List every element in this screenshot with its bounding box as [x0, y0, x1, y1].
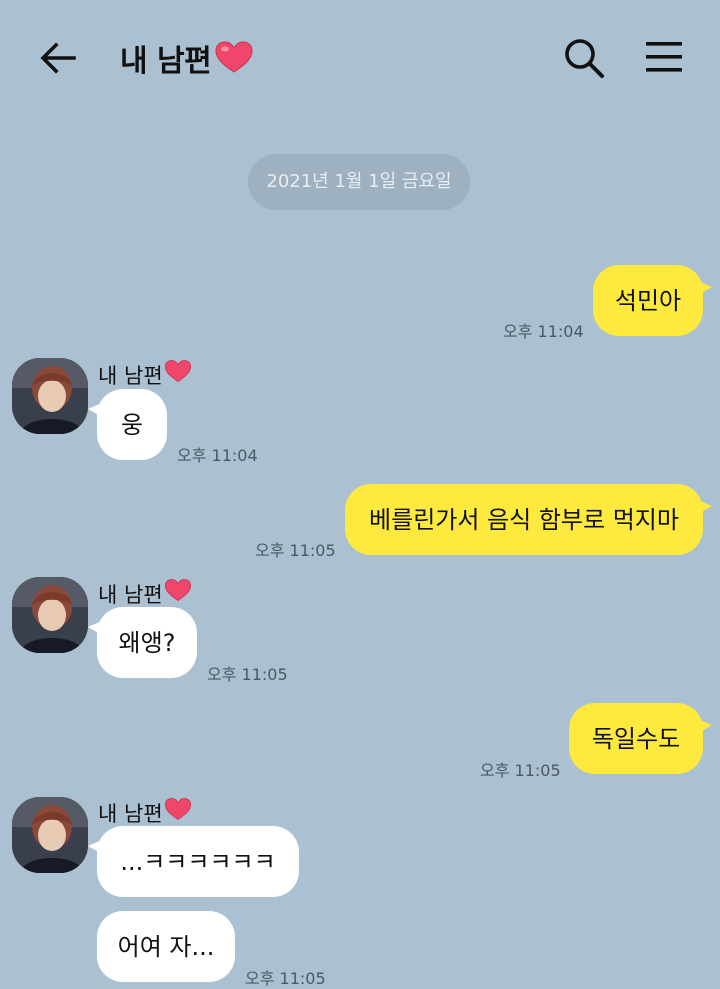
date-divider: 2021년 1월 1일 금요일: [248, 154, 470, 210]
message-time: 오후 11:04: [177, 446, 258, 465]
chat-header: 내 남편: [0, 0, 720, 112]
chat-title: 내 남편: [120, 44, 212, 79]
their-message-bubble[interactable]: 어여 자...: [97, 911, 235, 982]
avatar[interactable]: [12, 577, 88, 653]
heart-icon: [164, 579, 192, 602]
message-time: 오후 11:05: [207, 665, 288, 684]
their-message-bubble[interactable]: ...ㅋㅋㅋㅋㅋㅋ: [88, 826, 299, 897]
message-time: 오후 11:05: [255, 541, 336, 560]
their-message-bubble[interactable]: 왜앵?: [88, 607, 197, 678]
my-message-bubble[interactable]: 베를린가서 음식 함부로 먹지마: [345, 484, 712, 555]
my-message-bubble[interactable]: 독일수도: [569, 703, 712, 774]
hamburger-menu-icon: [646, 42, 682, 72]
profile-photo: [12, 577, 88, 653]
avatar[interactable]: [12, 358, 88, 434]
my-message-bubble[interactable]: 석민아: [593, 265, 712, 336]
sender-name: 내 남편: [98, 364, 163, 388]
arrow-left-icon: [40, 42, 76, 74]
message-time: 오후 11:05: [245, 969, 326, 988]
avatar[interactable]: [12, 797, 88, 873]
message-time: 오후 11:05: [480, 761, 561, 780]
back-button[interactable]: [36, 36, 80, 80]
search-icon: [565, 39, 604, 78]
message-time: 오후 11:04: [503, 322, 584, 341]
heart-icon: [164, 360, 192, 383]
profile-photo: [12, 797, 88, 873]
sender-name: 내 남편: [98, 802, 163, 826]
their-message-bubble[interactable]: 웅: [88, 389, 167, 460]
menu-button[interactable]: [640, 38, 688, 78]
heart-icon: [215, 41, 253, 73]
profile-photo: [12, 358, 88, 434]
sender-name: 내 남편: [98, 583, 163, 607]
heart-icon: [164, 798, 192, 821]
search-button[interactable]: [560, 34, 608, 82]
